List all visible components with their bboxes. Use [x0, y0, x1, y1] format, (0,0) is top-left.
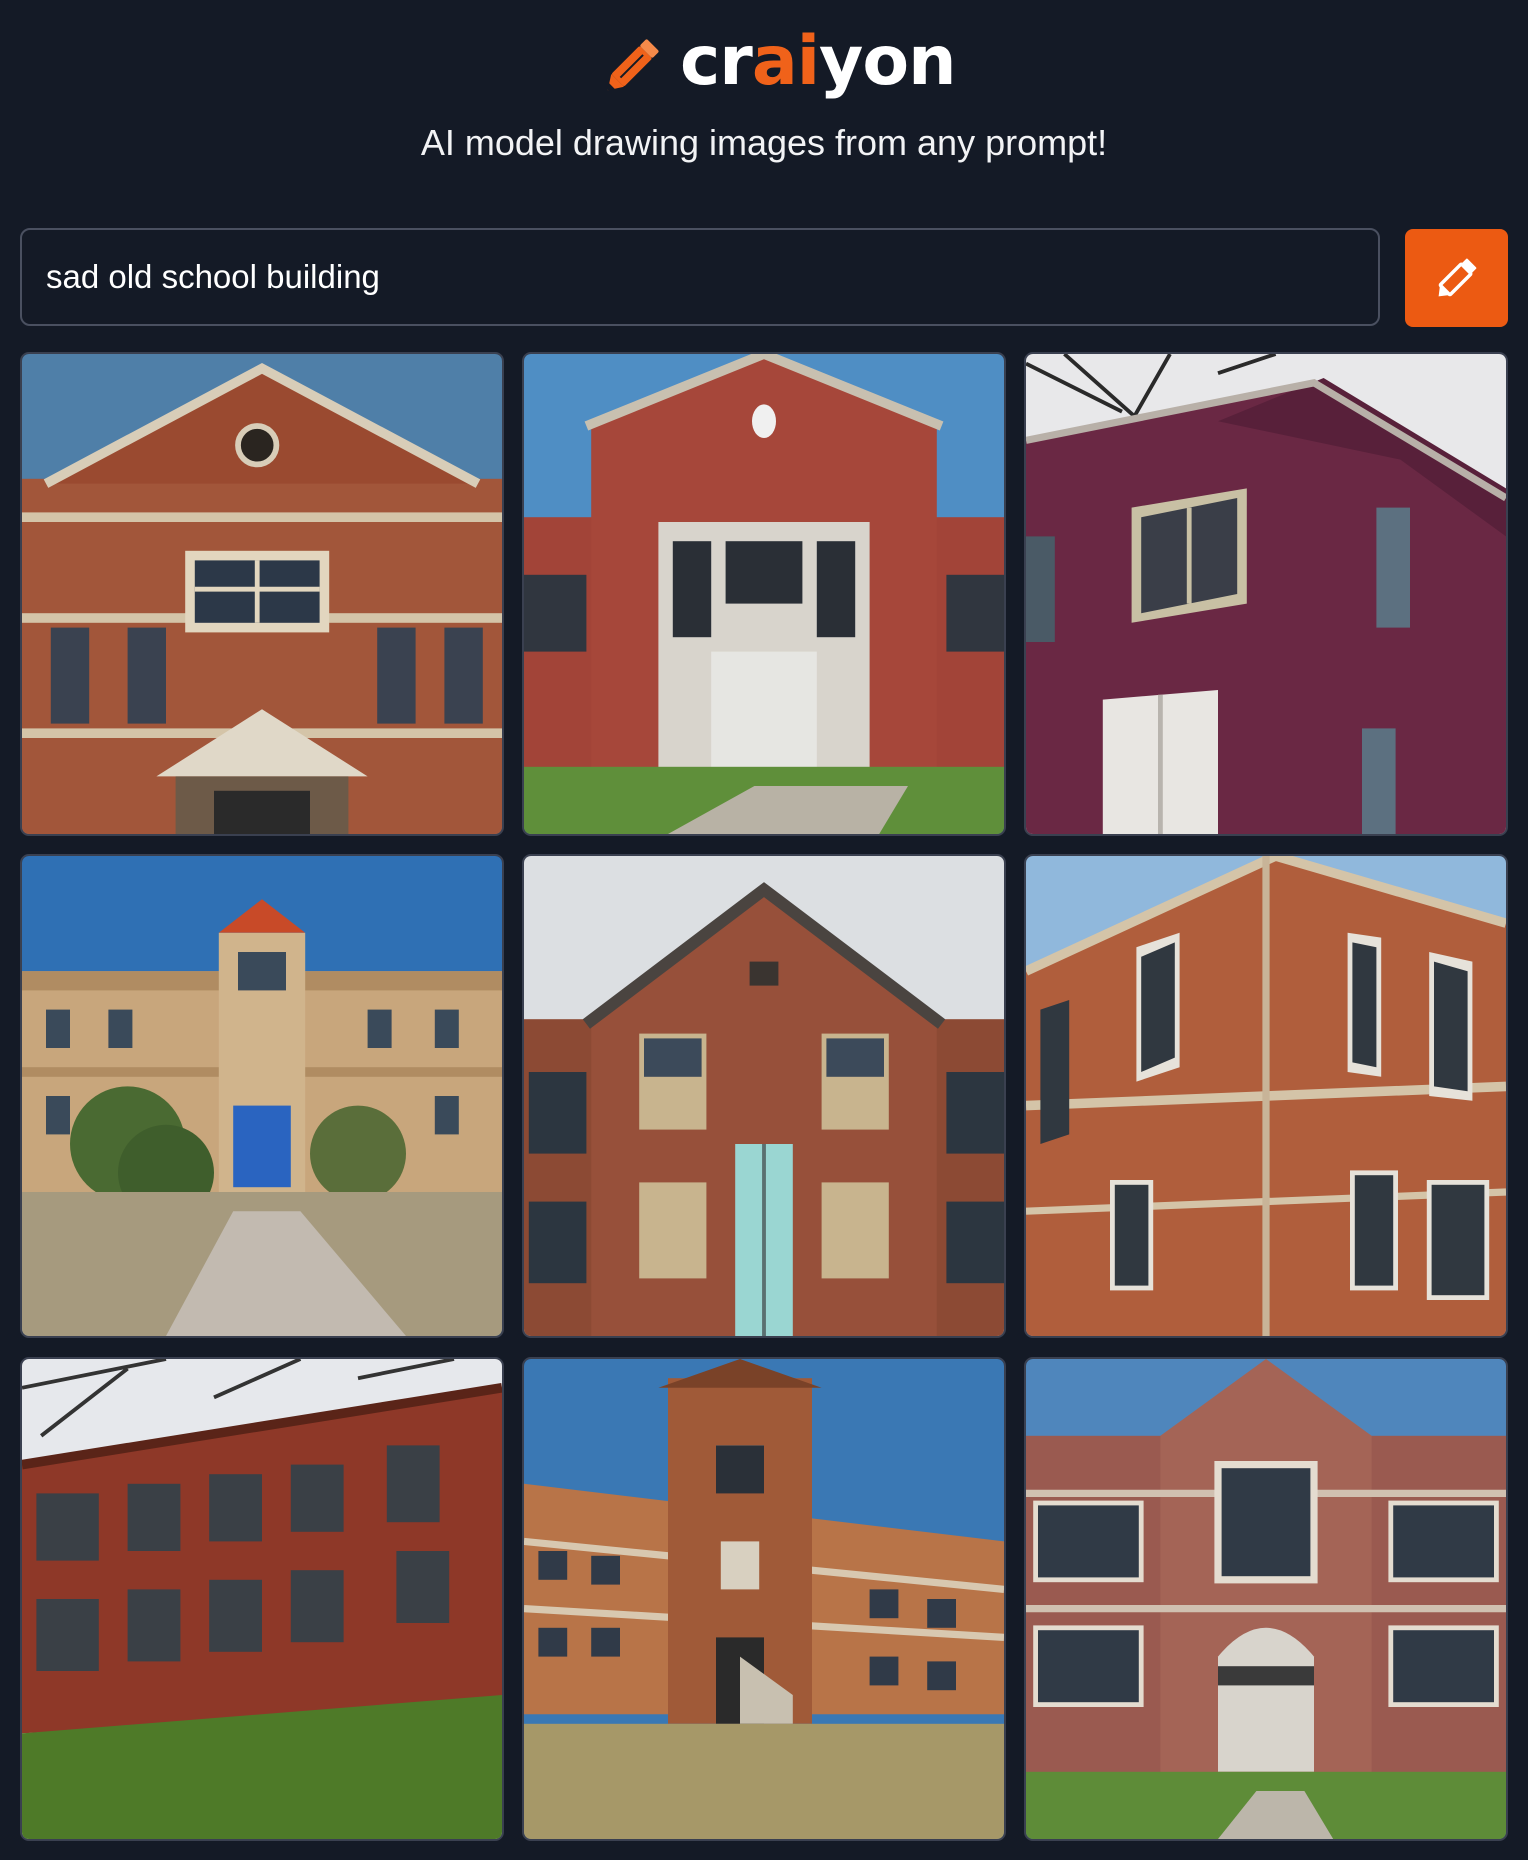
brick-school-image [1026, 354, 1506, 834]
result-image-3[interactable] [1024, 352, 1508, 836]
school-with-tower-image [524, 1359, 1004, 1839]
brick-school-image [22, 1359, 502, 1839]
craiyon-logo[interactable]: craiyon [600, 22, 957, 102]
result-image-4[interactable] [20, 854, 504, 1338]
result-image-2[interactable] [522, 352, 1006, 836]
brick-school-image [22, 354, 502, 834]
brick-school-image [1026, 1359, 1506, 1839]
tagline: AI model drawing images from any prompt! [420, 122, 1108, 163]
draw-button[interactable] [1405, 229, 1508, 327]
prompt-input-wrapper [20, 228, 1380, 326]
pencil-icon [1438, 258, 1476, 297]
logo-suffix: yon [819, 22, 956, 101]
brick-school-image [1026, 856, 1506, 1336]
result-image-8[interactable] [522, 1357, 1006, 1841]
pencil-icon [607, 39, 659, 91]
logo-accent: ai [751, 22, 820, 101]
header: craiyon AI model drawing images from any… [0, 0, 1528, 190]
result-image-5[interactable] [522, 854, 1006, 1338]
brick-school-image [524, 354, 1004, 834]
result-image-7[interactable] [20, 1357, 504, 1841]
result-image-6[interactable] [1024, 854, 1508, 1338]
brick-school-image [524, 856, 1004, 1336]
result-image-1[interactable] [20, 352, 504, 836]
results-grid [20, 352, 1508, 1841]
logo-prefix: cr [680, 22, 753, 101]
result-image-9[interactable] [1024, 1357, 1508, 1841]
prompt-input[interactable] [22, 230, 1378, 324]
logo-wordmark: craiyon [680, 22, 957, 102]
school-with-tower-image [22, 856, 502, 1336]
